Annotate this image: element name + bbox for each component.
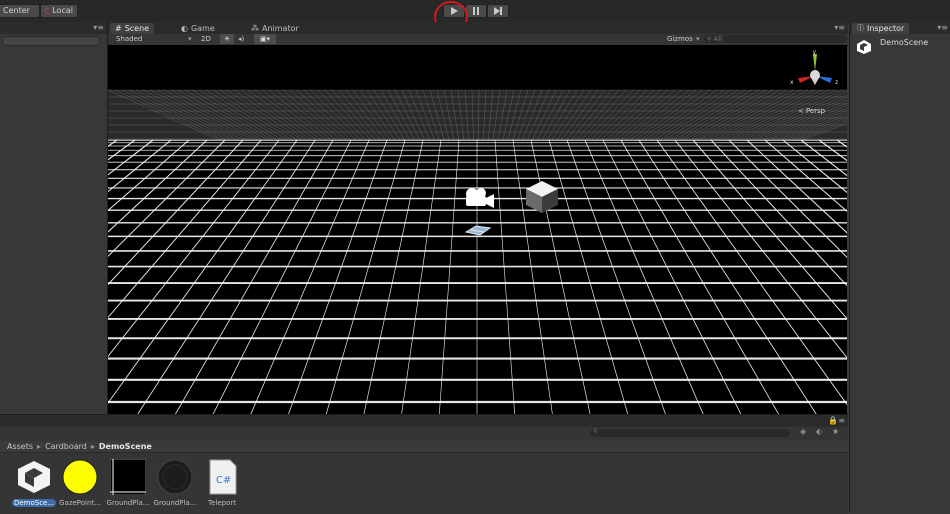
gizmo-center-cube[interactable]	[810, 70, 820, 80]
scene-viewport[interactable]: y x z ≺ Persp	[108, 45, 847, 414]
csharp-script-icon: C#	[209, 459, 237, 495]
2d-mode-toggle[interactable]: 2D	[201, 34, 211, 44]
local-space-icon	[45, 8, 50, 14]
y-axis-cone[interactable]	[813, 54, 817, 71]
panel-menu-icon[interactable]: ▾≡	[93, 23, 104, 32]
lighting-toggle-icon[interactable]: ☀	[220, 34, 234, 44]
breadcrumb-item[interactable]: Cardboard	[45, 441, 87, 452]
filter-by-label-icon[interactable]: ⬖	[816, 427, 822, 436]
favorite-star-icon[interactable]: ★	[832, 427, 839, 436]
cube-object[interactable]	[524, 179, 560, 215]
project-toolbar: ⚲ ◈ ⬖ ★	[0, 427, 848, 439]
tab-inspector-label: Inspector	[867, 24, 905, 33]
asset-label: GroundPla...	[106, 499, 150, 507]
x-axis-label: x	[790, 79, 794, 86]
projection-label: Persp	[805, 107, 826, 115]
inspector-tab-strip: ⓘ Inspector ▾≡	[850, 22, 950, 34]
asset-label: GroundPla...	[153, 499, 197, 507]
game-icon: ◐	[181, 24, 188, 33]
unity-scene-icon	[18, 461, 50, 493]
breadcrumb-separator: ▸	[90, 442, 95, 451]
asset-item[interactable]: GroundPla...	[153, 459, 197, 507]
script-badge: C#	[216, 475, 231, 486]
lock-icon[interactable]: 🔒≡	[828, 416, 845, 425]
project-search-input[interactable]: ⚲	[590, 428, 790, 437]
chevron-down-icon: ▾	[188, 35, 192, 43]
main-toolbar: Center Local	[0, 0, 950, 33]
tab-scene[interactable]: # Scene	[110, 23, 155, 34]
scene-search-input[interactable]: ⚲ All	[704, 35, 847, 43]
audio-toggle-icon[interactable]: ◂)	[238, 34, 244, 44]
tab-game[interactable]: ◐ Game	[176, 23, 220, 34]
pivot-toggle-button[interactable]: Center	[0, 4, 40, 18]
hierarchy-tab-strip: ▾≡	[0, 22, 107, 34]
shading-mode-dropdown[interactable]: Shaded	[116, 34, 142, 44]
panel-menu-icon[interactable]: ▾≡	[834, 23, 845, 32]
step-icon	[494, 7, 502, 15]
panel-menu-icon[interactable]: ▾≡	[937, 23, 948, 32]
effects-toggle-icon[interactable]: ▣▾	[254, 34, 276, 44]
material-yellow-icon	[62, 459, 98, 495]
tab-animator-label: Animator	[262, 24, 299, 33]
inspector-object-name: DemoScene	[880, 38, 929, 47]
project-panel: 🔒≡ ⚲ ◈ ⬖ ★ Assets ▸ Cardboard ▸ DemoScen…	[0, 414, 848, 514]
pause-icon	[473, 7, 479, 15]
grid-texture-icon	[109, 458, 147, 496]
gizmos-dropdown[interactable]: Gizmos	[667, 34, 693, 44]
asset-label: GazePoint...	[59, 499, 101, 507]
step-button[interactable]	[487, 4, 509, 18]
hierarchy-panel: ▾≡	[0, 22, 108, 413]
scene-grid-icon: #	[115, 24, 122, 33]
asset-item[interactable]: C# Teleport	[200, 459, 244, 507]
tab-scene-label: Scene	[124, 24, 150, 33]
asset-item[interactable]: DemoSce...	[12, 459, 56, 507]
breadcrumb-item[interactable]: DemoScene	[99, 441, 152, 452]
pivot-label: Center	[3, 6, 30, 15]
tab-inspector[interactable]: ⓘ Inspector	[852, 23, 910, 34]
inspector-panel: ⓘ Inspector ▾≡ DemoScene	[849, 22, 950, 513]
tab-game-label: Game	[190, 24, 215, 33]
asset-label: Teleport	[208, 499, 236, 507]
asset-label: DemoSce...	[12, 499, 56, 507]
asset-item[interactable]: GroundPla...	[106, 458, 150, 507]
orientation-gizmo[interactable]: y x z	[788, 47, 846, 97]
project-tab-strip: 🔒≡	[0, 415, 848, 427]
animator-icon: ⁂	[251, 24, 259, 33]
info-icon: ⓘ	[857, 24, 864, 32]
unity-scene-icon	[857, 40, 871, 54]
space-toggle-button[interactable]: Local	[40, 4, 78, 18]
scene-tab-strip: # Scene ◐ Game ⁂ Animator ▾≡	[108, 22, 848, 34]
search-icon: ⚲	[593, 428, 598, 435]
search-icon: ⚲	[707, 35, 712, 43]
projection-toggle[interactable]: ≺ Persp	[798, 107, 825, 115]
z-axis-label: z	[835, 79, 838, 86]
tab-animator[interactable]: ⁂ Animator	[246, 23, 304, 34]
filter-by-type-icon[interactable]: ◈	[800, 427, 806, 436]
search-placeholder: All	[713, 35, 723, 43]
camera-gizmo-icon[interactable]	[460, 184, 496, 210]
breadcrumb-item[interactable]: Assets	[7, 441, 33, 452]
teleport-gizmo-icon[interactable]	[464, 224, 492, 236]
perspective-icon: ≺	[798, 107, 804, 115]
ground-material-icon	[157, 459, 193, 495]
breadcrumb: Assets ▸ Cardboard ▸ DemoScene	[0, 441, 848, 453]
hierarchy-search-input[interactable]	[2, 36, 100, 46]
asset-item[interactable]: GazePoint...	[58, 459, 102, 507]
y-axis-label: y	[813, 49, 817, 56]
chevron-down-icon: ▾	[696, 35, 700, 43]
space-label: Local	[52, 6, 73, 15]
breadcrumb-separator: ▸	[37, 442, 42, 451]
